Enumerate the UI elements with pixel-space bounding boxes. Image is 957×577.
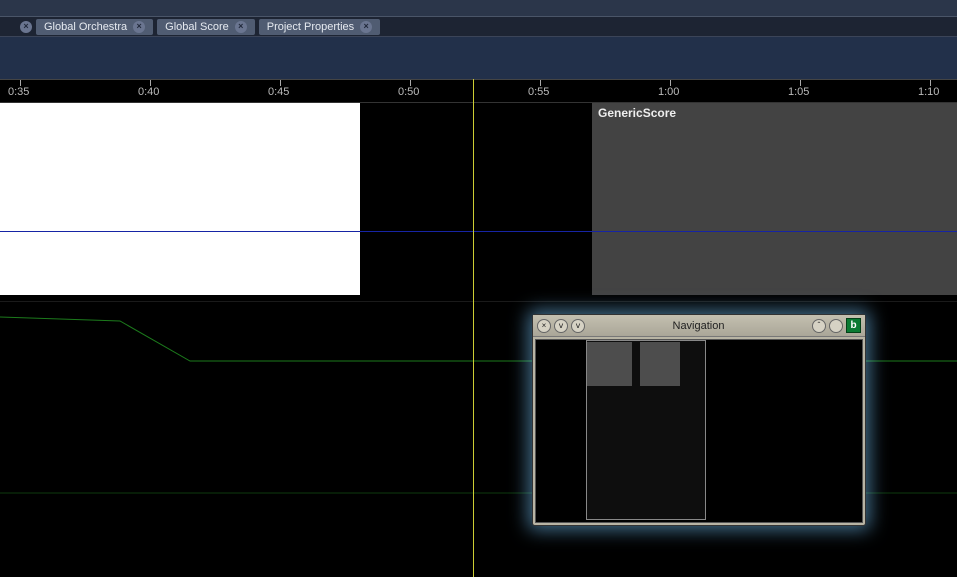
tab-close-leading-icon[interactable]: × bbox=[20, 21, 32, 33]
tick-label: 0:40 bbox=[138, 86, 159, 98]
tick-label: 1:00 bbox=[658, 86, 679, 98]
tick-label: 1:10 bbox=[918, 86, 939, 98]
tick-label: 0:45 bbox=[268, 86, 289, 98]
circle-icon[interactable] bbox=[829, 319, 843, 333]
close-icon[interactable]: × bbox=[537, 319, 551, 333]
track-divider-blue bbox=[0, 231, 957, 232]
tick-label: 1:05 bbox=[788, 86, 809, 98]
navigation-titlebar[interactable]: × ⅴ ⅴ Navigation ˆ b bbox=[533, 315, 865, 337]
tab-label: Global Orchestra bbox=[44, 21, 127, 33]
tick-label: 0:50 bbox=[398, 86, 419, 98]
track-divider bbox=[0, 301, 957, 302]
navigation-window[interactable]: × ⅴ ⅴ Navigation ˆ b bbox=[532, 314, 866, 526]
tab-global-orchestra[interactable]: Global Orchestra × bbox=[36, 19, 153, 35]
tab-global-score[interactable]: Global Score × bbox=[157, 19, 255, 35]
top-toolbar bbox=[0, 0, 957, 17]
logo-b-icon[interactable]: b bbox=[846, 318, 861, 333]
panel-gap bbox=[0, 37, 957, 79]
clip-white[interactable] bbox=[0, 103, 360, 295]
playhead[interactable] bbox=[473, 79, 474, 577]
clip-label: GenericScore bbox=[598, 106, 676, 120]
chevron-down-icon[interactable]: ⅴ bbox=[554, 319, 568, 333]
navigation-title: Navigation bbox=[588, 320, 809, 332]
chevron-up-icon[interactable]: ˆ bbox=[812, 319, 826, 333]
tab-label: Project Properties bbox=[267, 21, 354, 33]
minimap-viewport[interactable] bbox=[586, 340, 706, 520]
tab-bar: × Global Orchestra × Global Score × Proj… bbox=[0, 17, 957, 37]
tab-label: Global Score bbox=[165, 21, 229, 33]
chevron-down-icon[interactable]: ⅴ bbox=[571, 319, 585, 333]
close-icon[interactable]: × bbox=[133, 21, 145, 33]
close-icon[interactable]: × bbox=[360, 21, 372, 33]
tick-label: 0:55 bbox=[528, 86, 549, 98]
tick-label: 0:35 bbox=[8, 86, 29, 98]
time-ruler[interactable]: 0:35 0:40 0:45 0:50 0:55 1:00 1:05 1:10 bbox=[0, 79, 957, 103]
close-icon[interactable]: × bbox=[235, 21, 247, 33]
clip-generic-score[interactable]: GenericScore bbox=[592, 103, 957, 295]
navigation-minimap[interactable] bbox=[535, 339, 863, 523]
tab-project-properties[interactable]: Project Properties × bbox=[259, 19, 380, 35]
